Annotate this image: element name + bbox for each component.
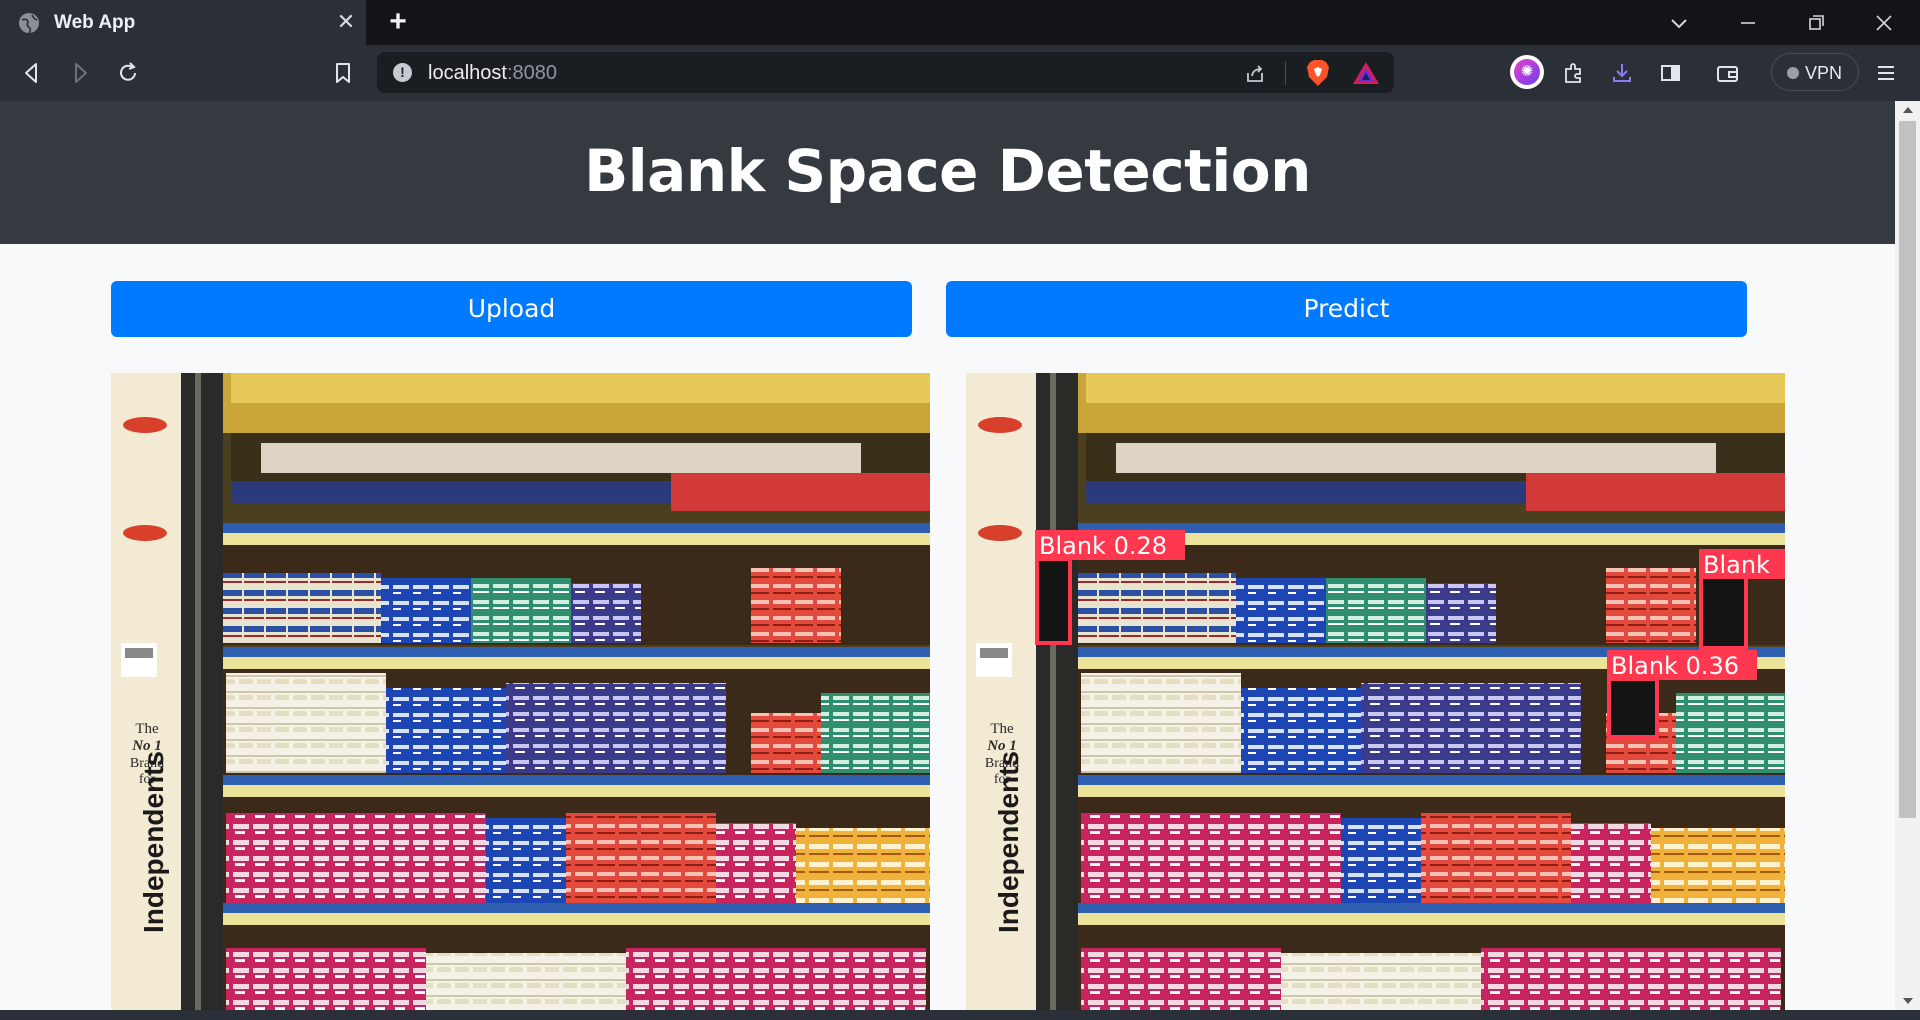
scroll-up-arrow-icon[interactable] [1903,107,1913,113]
plus-icon[interactable]: + [384,7,412,37]
back-icon[interactable] [16,57,48,89]
reload-icon[interactable] [112,57,144,89]
globe-icon [19,13,39,34]
restore-icon[interactable] [1801,8,1831,38]
brave-shields-icon[interactable] [1305,59,1331,87]
sign-text-the: The [990,721,1014,737]
output-image: The No 1 Brand for Independents Blank 0.… [966,373,1785,1010]
url-text: localhost:8080 [428,62,557,84]
bookmark-icon[interactable] [327,57,359,89]
detection-label-1: Blank 0.28 [1039,532,1167,560]
extensions-icon[interactable] [1558,57,1590,89]
tab-web-app[interactable]: Web App ✕ [0,0,366,45]
sign-text-independents: Independents [993,751,1024,933]
tab-title: Web App [54,12,136,33]
bottom-bar [0,1010,1920,1020]
minimize-icon[interactable] [1733,8,1763,38]
wallet-icon[interactable] [1711,57,1743,89]
sign-text-the: The [135,721,159,737]
detection-label-2: Blank [1703,551,1770,579]
page-title: Blank Space Detection [584,137,1311,205]
prediction-photo: The No 1 Brand for Independents Blank 0.… [966,373,1785,1010]
shelf-photo: The No 1 Brand for Independents [111,373,930,1010]
forward-icon[interactable] [64,57,96,89]
brave-rewards-icon[interactable] [1352,60,1380,86]
leo-ai-icon[interactable]: ✺ [1510,55,1544,89]
tab-strip: Web App ✕ + [0,0,1920,45]
predict-button[interactable]: Predict [946,281,1747,337]
page-viewport: Blank Space Detection Upload Predict The… [0,101,1895,1010]
close-icon[interactable]: ✕ [334,10,358,34]
vpn-button[interactable]: VPN [1771,53,1859,91]
scrollbar-thumb[interactable] [1899,121,1916,818]
input-image: The No 1 Brand for Independents [111,373,930,1010]
sign-text-independents: Independents [138,751,169,933]
vpn-label: VPN [1805,63,1843,83]
share-icon[interactable] [1243,61,1267,85]
divider [1285,61,1286,85]
window-close-icon[interactable] [1869,8,1899,38]
page-header: Blank Space Detection [0,101,1895,244]
info-icon[interactable]: ! [393,63,412,82]
address-bar[interactable]: ! localhost:8080 [377,52,1394,93]
shelf-scene [111,373,930,1010]
download-icon[interactable] [1606,57,1638,89]
detection-label-3: Blank 0.36 [1611,652,1739,680]
vertical-scrollbar[interactable] [1895,101,1920,1010]
menu-icon[interactable] [1870,57,1902,89]
upload-button[interactable]: Upload [111,281,912,337]
vpn-status-dot [1787,67,1799,79]
scroll-down-arrow-icon[interactable] [1903,998,1913,1004]
sidebar-icon[interactable] [1654,57,1686,89]
chevron-down-icon[interactable] [1664,8,1694,38]
shelf-scene [966,373,1785,1010]
